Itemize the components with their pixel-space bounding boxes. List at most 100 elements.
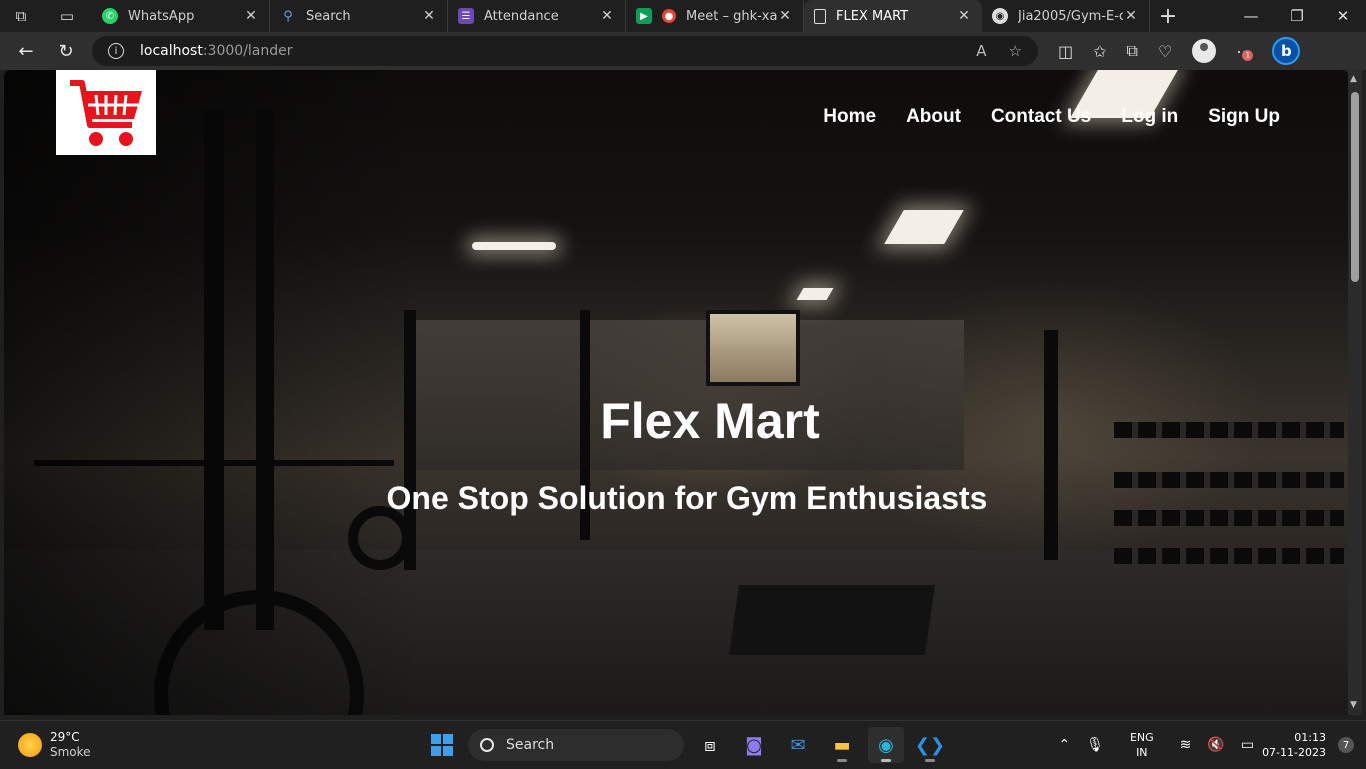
tab-github[interactable]: ◉ Jia2005/Gym-E-com- ✕ xyxy=(982,0,1150,32)
wall-painting xyxy=(706,310,800,386)
scroll-down-arrow-icon[interactable]: ▼ xyxy=(1350,700,1357,710)
nav-contact-link[interactable]: Contact Us xyxy=(991,106,1091,128)
task-view-icon[interactable]: ⧈ xyxy=(692,727,728,763)
edge-browser-icon[interactable]: ◉ xyxy=(868,727,904,763)
clock-date: 07-11-2023 xyxy=(1262,746,1326,759)
meet-icon: ▶ xyxy=(636,8,652,24)
profile-avatar[interactable] xyxy=(1192,39,1217,63)
weather-condition: Smoke xyxy=(50,744,91,759)
weight-bench xyxy=(729,585,935,655)
tab-label: Search xyxy=(306,8,351,24)
notification-count[interactable]: 7 xyxy=(1338,737,1354,753)
dumbbell-rack xyxy=(1114,548,1344,564)
file-explorer-icon[interactable]: ▬ xyxy=(824,727,860,763)
window-controls: — ❐ ✕ xyxy=(1228,7,1366,25)
new-tab-button[interactable]: + xyxy=(1150,4,1186,29)
tab-label: WhatsApp xyxy=(128,8,195,24)
read-aloud-icon[interactable]: A xyxy=(976,42,986,60)
back-arrow-icon[interactable]: ← xyxy=(6,36,46,66)
weather-sun-icon xyxy=(18,732,42,757)
chevron-up-icon[interactable]: ⌃ xyxy=(1058,737,1070,753)
windows-logo-icon xyxy=(431,734,453,756)
tab-label: Attendance xyxy=(484,8,559,24)
language-code: ENG xyxy=(1129,731,1154,744)
more-menu-icon[interactable]: ⋯1 xyxy=(1236,42,1254,61)
browser-essentials-icon[interactable]: ♡ xyxy=(1158,42,1172,61)
close-icon[interactable]: ✕ xyxy=(956,8,972,24)
forms-icon: ☰ xyxy=(458,8,474,24)
close-icon[interactable]: ✕ xyxy=(599,8,615,24)
system-tray: ⌃ 🎙 ENG IN ≋ 🔇 ▭ 01:13 07-11-2023 7 xyxy=(1050,721,1366,769)
ceiling-light xyxy=(472,242,556,250)
site-info-icon[interactable]: i xyxy=(108,43,124,59)
nav-signup-link[interactable]: Sign Up xyxy=(1208,106,1280,128)
hero-title: Flex Mart xyxy=(600,393,820,449)
favorite-star-icon[interactable]: ☆ xyxy=(1009,42,1022,60)
close-icon[interactable]: ✕ xyxy=(243,8,259,24)
search-icon: ⚲ xyxy=(283,8,293,24)
close-window-icon[interactable]: ✕ xyxy=(1320,7,1366,25)
page-scrollbar[interactable]: ▲ ▼ xyxy=(1348,70,1362,715)
hero-subtitle: One Stop Solution for Gym Enthusiasts xyxy=(386,480,988,516)
restore-icon[interactable]: ❐ xyxy=(1274,7,1320,25)
page-icon xyxy=(814,8,826,24)
browser-toolbar: ← ↻ i localhost:3000/lander A ☆ ◫ ✩ ⧉ ♡ … xyxy=(0,32,1366,70)
ceiling-light xyxy=(884,210,964,244)
tab-label: Jia2005/Gym-E-com- xyxy=(1018,8,1123,24)
tab-search[interactable]: ⚲ Search ✕ xyxy=(270,0,448,32)
close-icon[interactable]: ✕ xyxy=(421,8,437,24)
clock[interactable]: 01:13 07-11-2023 xyxy=(1262,730,1326,760)
language-indicator[interactable]: ENG IN xyxy=(1130,730,1154,760)
weather-widget[interactable]: 29°C Smoke xyxy=(18,730,91,760)
chat-icon[interactable]: ◙ xyxy=(736,727,772,763)
tab-attendance[interactable]: ☰ Attendance ✕ xyxy=(448,0,626,32)
shopping-cart-icon xyxy=(70,79,142,146)
mail-icon[interactable]: ✉ xyxy=(780,727,816,763)
clock-time: 01:13 xyxy=(1294,731,1326,744)
microphone-icon[interactable]: 🎙 xyxy=(1086,737,1104,753)
taskbar-apps: Search ⧈ ◙ ✉ ▬ ◉ ❮❯ xyxy=(424,727,948,763)
scrollbar-thumb[interactable] xyxy=(1351,92,1359,282)
bing-copilot-icon[interactable]: b xyxy=(1272,37,1301,65)
site-nav: Home About Contact Us Log in Sign Up xyxy=(823,106,1280,128)
url-path: :3000/lander xyxy=(202,43,293,59)
recording-icon: ● xyxy=(662,9,676,23)
wifi-icon[interactable]: ≋ xyxy=(1180,737,1192,753)
region-code: IN xyxy=(1136,746,1148,759)
favorites-icon[interactable]: ✩ xyxy=(1093,42,1106,61)
workspaces-icon[interactable]: ⧉ xyxy=(0,0,42,32)
start-button[interactable] xyxy=(424,727,460,763)
site-logo[interactable] xyxy=(56,70,156,155)
weather-temp: 29°C xyxy=(50,729,80,744)
vscode-icon[interactable]: ❮❯ xyxy=(912,727,948,763)
scroll-up-arrow-icon[interactable]: ▲ xyxy=(1350,74,1357,84)
url-host: localhost xyxy=(140,43,203,59)
ceiling-light xyxy=(796,288,834,300)
tab-label: FLEX MART xyxy=(836,8,909,24)
tab-actions-icon[interactable]: ▭ xyxy=(42,0,92,32)
notification-badge: 1 xyxy=(1242,49,1254,61)
nav-about-link[interactable]: About xyxy=(906,106,961,128)
nav-home-link[interactable]: Home xyxy=(823,106,876,128)
tab-whatsapp[interactable]: ✆ WhatsApp ✕ xyxy=(92,0,270,32)
tab-meet[interactable]: ▶ ● Meet – ghk-xam ✕ xyxy=(626,0,804,32)
address-bar[interactable]: i localhost:3000/lander A ☆ xyxy=(92,36,1038,66)
windows-taskbar: 29°C Smoke Search ⧈ ◙ ✉ ▬ ◉ ❮❯ ⌃ 🎙 ENG I… xyxy=(0,720,1366,768)
close-icon[interactable]: ✕ xyxy=(1123,8,1139,24)
collections-icon[interactable]: ⧉ xyxy=(1127,41,1138,61)
close-icon[interactable]: ✕ xyxy=(777,8,793,24)
taskbar-search[interactable]: Search xyxy=(468,729,684,761)
volume-muted-icon[interactable]: 🔇 xyxy=(1207,737,1224,753)
minimize-icon[interactable]: — xyxy=(1228,7,1274,25)
browser-tab-strip: ⧉ ▭ ✆ WhatsApp ✕ ⚲ Search ✕ ☰ Attendance… xyxy=(0,0,1366,32)
tab-flex-mart[interactable]: FLEX MART ✕ xyxy=(804,0,982,32)
battery-icon[interactable]: ▭ xyxy=(1241,737,1254,753)
github-icon: ◉ xyxy=(992,8,1008,24)
search-icon xyxy=(480,738,494,752)
nav-login-link[interactable]: Log in xyxy=(1121,106,1178,128)
taskbar-search-label: Search xyxy=(506,737,555,753)
refresh-icon[interactable]: ↻ xyxy=(46,36,86,66)
split-screen-icon[interactable]: ◫ xyxy=(1058,42,1073,61)
page-viewport: Home About Contact Us Log in Sign Up Fle… xyxy=(4,70,1348,715)
whatsapp-icon: ✆ xyxy=(102,8,118,24)
